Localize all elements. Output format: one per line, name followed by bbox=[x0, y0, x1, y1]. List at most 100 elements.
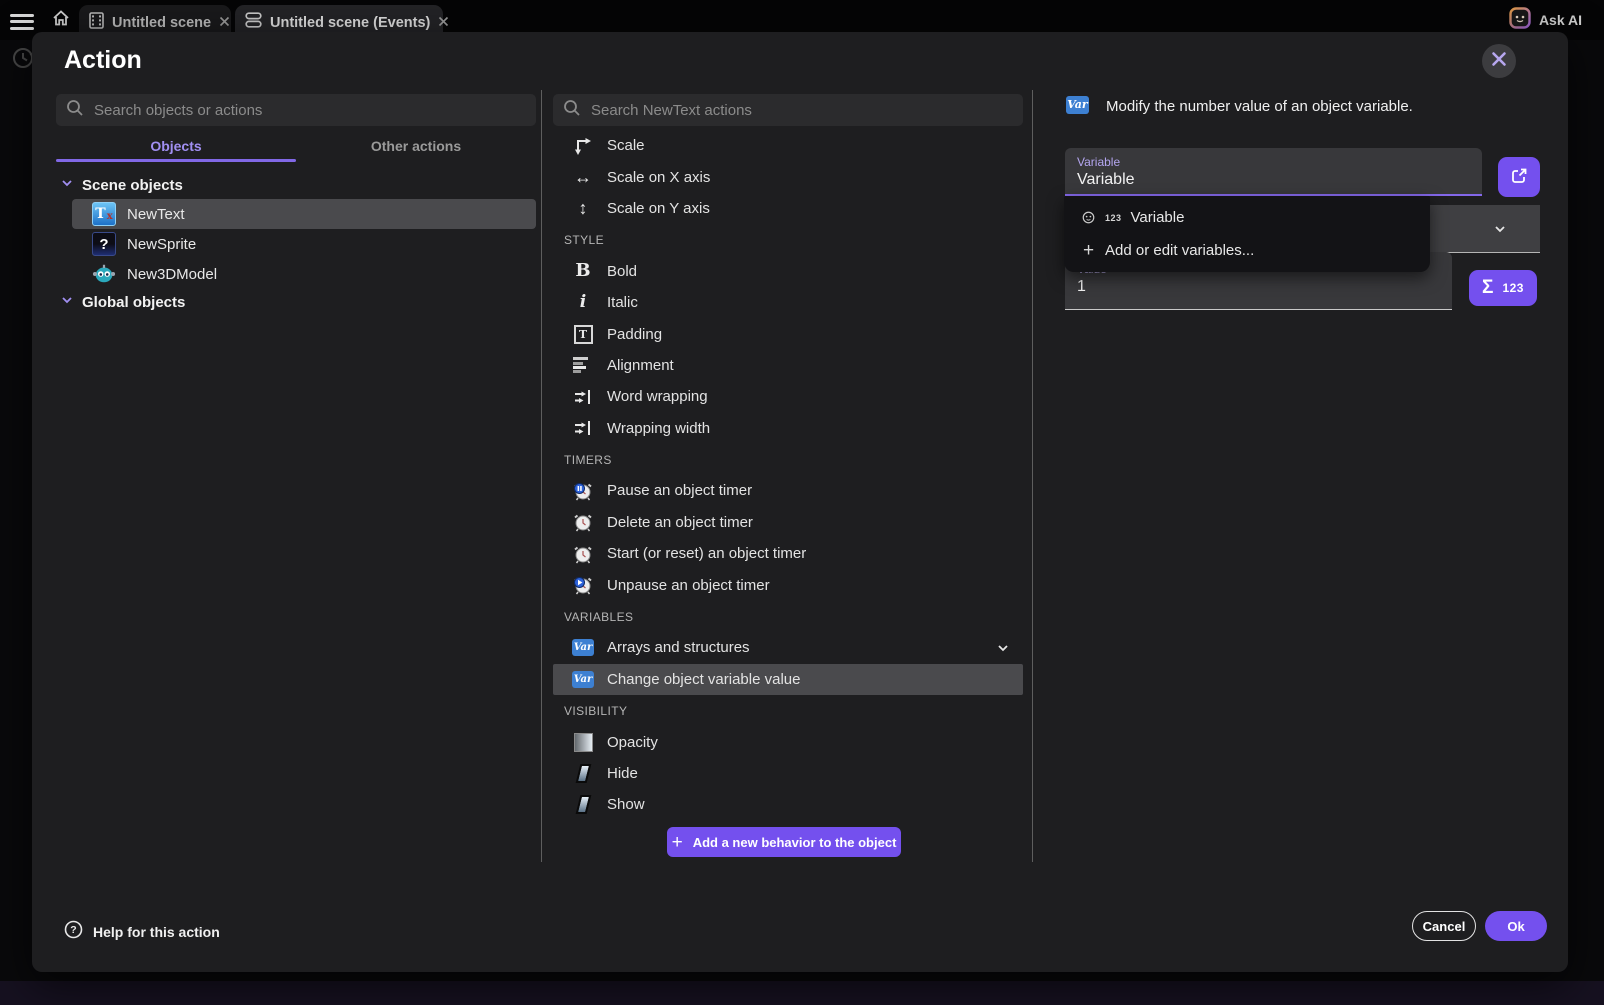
value-field-value: 1 bbox=[1077, 278, 1086, 296]
dialog-title: Action bbox=[64, 46, 142, 75]
open-full-editor-button[interactable] bbox=[1498, 157, 1540, 197]
plus-icon: + bbox=[1081, 241, 1096, 260]
variable-dropdown: 123 Variable + Add or edit variables... bbox=[1064, 196, 1430, 272]
action-item-label: Unpause an object timer bbox=[607, 577, 770, 594]
divider-right bbox=[1032, 90, 1033, 862]
word-wrap-icon bbox=[571, 385, 595, 409]
close-tab-icon[interactable] bbox=[438, 14, 449, 32]
scene-tab-icon bbox=[89, 12, 104, 34]
close-tab-icon[interactable] bbox=[219, 14, 230, 32]
action-description: Modify the number value of an object var… bbox=[1106, 96, 1413, 115]
editor-bottom-strip bbox=[0, 981, 1604, 1005]
events-tab-icon bbox=[245, 12, 262, 33]
action-item-show[interactable]: Show bbox=[553, 789, 1023, 820]
hamburger-menu-icon[interactable] bbox=[10, 10, 34, 30]
tree-group-label: Scene objects bbox=[82, 177, 183, 194]
action-item-label: Arrays and structures bbox=[607, 639, 750, 656]
number-type-badge: 123 bbox=[1105, 213, 1122, 223]
external-link-icon bbox=[1509, 166, 1529, 189]
plus-icon: + bbox=[672, 833, 683, 852]
object-item-newsprite[interactable]: ?NewSprite bbox=[72, 229, 536, 259]
sigma-icon: Σ bbox=[1482, 277, 1493, 299]
expression-builder-button[interactable]: Σ 123 bbox=[1469, 270, 1537, 306]
section-header-style: STYLE bbox=[553, 224, 1023, 255]
actions-search bbox=[553, 94, 1023, 126]
model3d-object-icon bbox=[92, 262, 116, 286]
add-behavior-button[interactable]: + Add a new behavior to the object bbox=[667, 827, 901, 857]
tab-objects[interactable]: Objects bbox=[56, 132, 296, 160]
action-item-start-or-reset-an-object-timer[interactable]: Start (or reset) an object timer bbox=[553, 538, 1023, 569]
action-item-scale-on-x-axis[interactable]: ↔Scale on X axis bbox=[553, 161, 1023, 192]
text-object-icon: Tx bbox=[92, 202, 116, 226]
var-badge-icon: Var bbox=[571, 636, 595, 660]
action-item-scale[interactable]: Scale bbox=[553, 130, 1023, 161]
ok-button[interactable]: Ok bbox=[1485, 911, 1547, 941]
tab-other-actions[interactable]: Other actions bbox=[296, 132, 536, 160]
action-item-wrapping-width[interactable]: Wrapping width bbox=[553, 413, 1023, 444]
left-tabs: Objects Other actions bbox=[56, 132, 536, 160]
search-icon bbox=[563, 99, 581, 122]
action-item-label: Padding bbox=[607, 326, 662, 343]
section-header-visibility: VISIBILITY bbox=[553, 695, 1023, 726]
chevron-down-icon bbox=[59, 292, 75, 313]
scale-y-icon: ↕ bbox=[571, 196, 595, 220]
action-item-padding[interactable]: TPadding bbox=[553, 318, 1023, 349]
dropdown-item-add-or-edit-variables[interactable]: + Add or edit variables... bbox=[1064, 234, 1430, 267]
timer-unpause-icon bbox=[571, 573, 595, 597]
action-dialog: Action Objects Other actions Scene objec… bbox=[32, 32, 1568, 972]
action-item-pause-an-object-timer[interactable]: Pause an object timer bbox=[553, 475, 1023, 506]
action-item-label: Alignment bbox=[607, 357, 674, 374]
help-link[interactable]: ? Help for this action bbox=[64, 920, 220, 944]
var-badge-icon: Var bbox=[571, 667, 595, 691]
alignment-icon bbox=[571, 353, 595, 377]
app-root: Untitled scene Untitled scene (Events) A… bbox=[0, 0, 1604, 1005]
dropdown-item-variable[interactable]: 123 Variable bbox=[1064, 201, 1430, 234]
action-item-opacity[interactable]: Opacity bbox=[553, 726, 1023, 757]
action-item-label: Opacity bbox=[607, 734, 658, 751]
action-item-bold[interactable]: BBold bbox=[553, 256, 1023, 287]
active-tab-underline bbox=[56, 159, 296, 162]
action-item-label: Scale on X axis bbox=[607, 169, 710, 186]
tab-label: Untitled scene bbox=[112, 15, 211, 31]
object-item-label: NewText bbox=[127, 206, 185, 223]
variable-field[interactable]: Variable Variable bbox=[1065, 148, 1482, 196]
chevron-down-icon bbox=[59, 175, 75, 196]
dialog-close-button[interactable] bbox=[1482, 44, 1516, 78]
tree-group-global-objects[interactable]: Global objects bbox=[56, 289, 536, 316]
actions-search-input[interactable] bbox=[591, 102, 1013, 119]
object-item-newtext[interactable]: Tx NewText bbox=[72, 199, 536, 229]
action-item-alignment[interactable]: Alignment bbox=[553, 350, 1023, 381]
object-item-new3dmodel[interactable]: New3DModel bbox=[72, 259, 536, 289]
hide-icon bbox=[571, 762, 595, 786]
action-item-label: Hide bbox=[607, 765, 638, 782]
dropdown-item-label: Variable bbox=[1131, 209, 1185, 226]
home-button[interactable] bbox=[48, 7, 74, 33]
object-item-label: New3DModel bbox=[127, 266, 217, 283]
action-item-hide[interactable]: Hide bbox=[553, 758, 1023, 789]
timer-icon bbox=[571, 510, 595, 534]
tree-group-scene-objects[interactable]: Scene objects bbox=[56, 172, 536, 199]
chevron-down-icon[interactable] bbox=[995, 640, 1011, 661]
action-item-scale-on-y-axis[interactable]: ↕Scale on Y axis bbox=[553, 193, 1023, 224]
action-item-label: Pause an object timer bbox=[607, 482, 752, 499]
action-item-italic[interactable]: iItalic bbox=[553, 287, 1023, 318]
action-item-word-wrapping[interactable]: Word wrapping bbox=[553, 381, 1023, 412]
action-list: Scale↔Scale on X axis↕Scale on Y axisSTY… bbox=[553, 130, 1023, 821]
section-header-variables: VARIABLES bbox=[553, 601, 1023, 632]
italic-icon: i bbox=[571, 291, 595, 315]
dropdown-item-label: Add or edit variables... bbox=[1105, 242, 1254, 259]
tab-label: Untitled scene (Events) bbox=[270, 15, 430, 31]
objects-search bbox=[56, 94, 536, 126]
action-item-arrays-and-structures[interactable]: Var Arrays and structures bbox=[553, 632, 1023, 663]
show-icon bbox=[571, 793, 595, 817]
objects-search-input[interactable] bbox=[94, 102, 526, 119]
help-icon: ? bbox=[64, 920, 83, 944]
cancel-button[interactable]: Cancel bbox=[1412, 911, 1476, 941]
action-item-change-object-variable-value[interactable]: VarChange object variable value bbox=[553, 664, 1023, 695]
action-item-unpause-an-object-timer[interactable]: Unpause an object timer bbox=[553, 569, 1023, 600]
object-variable-icon bbox=[1081, 210, 1096, 225]
action-item-delete-an-object-timer[interactable]: Delete an object timer bbox=[553, 507, 1023, 538]
section-header-timers: TIMERS bbox=[553, 444, 1023, 475]
ai-face-icon bbox=[1509, 7, 1531, 34]
ask-ai-button[interactable]: Ask AI bbox=[1509, 6, 1582, 34]
